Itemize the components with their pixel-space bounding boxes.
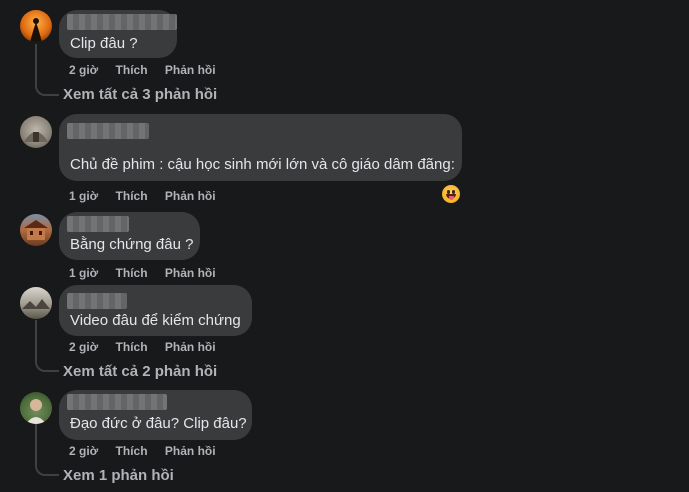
comment-time[interactable]: 1 giờ bbox=[69, 189, 98, 203]
view-replies-link[interactable]: Xem tất cả 2 phản hồi bbox=[63, 363, 217, 380]
reply-button[interactable]: Phản hồi bbox=[165, 266, 216, 280]
comment-text: Video đâu để kiểm chứng bbox=[70, 312, 241, 329]
comment-text: Đạo đức ở đâu? Clip đâu? bbox=[70, 415, 247, 432]
comment-text: Chủ đề phim : cậu học sinh mới lớn và cô… bbox=[70, 156, 455, 173]
like-button[interactable]: Thích bbox=[116, 444, 148, 458]
comment-time[interactable]: 1 giờ bbox=[69, 266, 98, 280]
comment-time[interactable]: 2 giờ bbox=[69, 340, 98, 354]
reply-button[interactable]: Phản hồi bbox=[165, 444, 216, 458]
comment-bubble: Video đâu để kiểm chứng bbox=[59, 285, 252, 336]
avatar[interactable] bbox=[20, 287, 52, 319]
author-name-blurred[interactable] bbox=[67, 123, 149, 139]
author-name-blurred[interactable] bbox=[67, 394, 167, 410]
comment-bubble: Chủ đề phim : cậu học sinh mới lớn và cô… bbox=[59, 114, 462, 181]
avatar[interactable] bbox=[20, 116, 52, 148]
view-replies-link[interactable]: Xem 1 phản hồi bbox=[63, 467, 174, 484]
author-name-blurred[interactable] bbox=[67, 293, 127, 309]
reply-button[interactable]: Phản hồi bbox=[165, 63, 216, 77]
like-button[interactable]: Thích bbox=[116, 266, 148, 280]
comment-text: Bằng chứng đâu ? bbox=[70, 236, 194, 253]
like-button[interactable]: Thích bbox=[116, 63, 148, 77]
comment-bubble: Bằng chứng đâu ? bbox=[59, 212, 200, 260]
comment-actions: 2 giờ Thích Phản hồi bbox=[69, 63, 230, 77]
comment-bubble: Đạo đức ở đâu? Clip đâu? bbox=[59, 390, 252, 440]
like-button[interactable]: Thích bbox=[116, 189, 148, 203]
avatar[interactable] bbox=[20, 214, 52, 246]
comment-bubble: Clip đâu ? bbox=[59, 10, 177, 58]
comment-actions: 1 giờ Thích Phản hồi bbox=[69, 266, 230, 280]
avatar[interactable] bbox=[20, 392, 52, 424]
comment-actions: 1 giờ Thích Phản hồi bbox=[69, 189, 230, 203]
like-button[interactable]: Thích bbox=[116, 340, 148, 354]
avatar[interactable] bbox=[20, 10, 52, 42]
view-replies-link[interactable]: Xem tất cả 3 phản hồi bbox=[63, 86, 217, 103]
comment-text: Clip đâu ? bbox=[70, 35, 138, 52]
reply-button[interactable]: Phản hồi bbox=[165, 189, 216, 203]
comment-actions: 2 giờ Thích Phản hồi bbox=[69, 340, 230, 354]
author-name-blurred[interactable] bbox=[67, 14, 177, 30]
comment-time[interactable]: 2 giờ bbox=[69, 63, 98, 77]
comment-time[interactable]: 2 giờ bbox=[69, 444, 98, 458]
grinning-tongue-emoji-icon bbox=[442, 185, 460, 203]
reply-button[interactable]: Phản hồi bbox=[165, 340, 216, 354]
author-name-blurred[interactable] bbox=[67, 216, 129, 232]
comment-actions: 2 giờ Thích Phản hồi bbox=[69, 444, 230, 458]
thread-line bbox=[35, 320, 59, 372]
thread-line bbox=[35, 424, 59, 476]
thread-line bbox=[35, 44, 59, 96]
